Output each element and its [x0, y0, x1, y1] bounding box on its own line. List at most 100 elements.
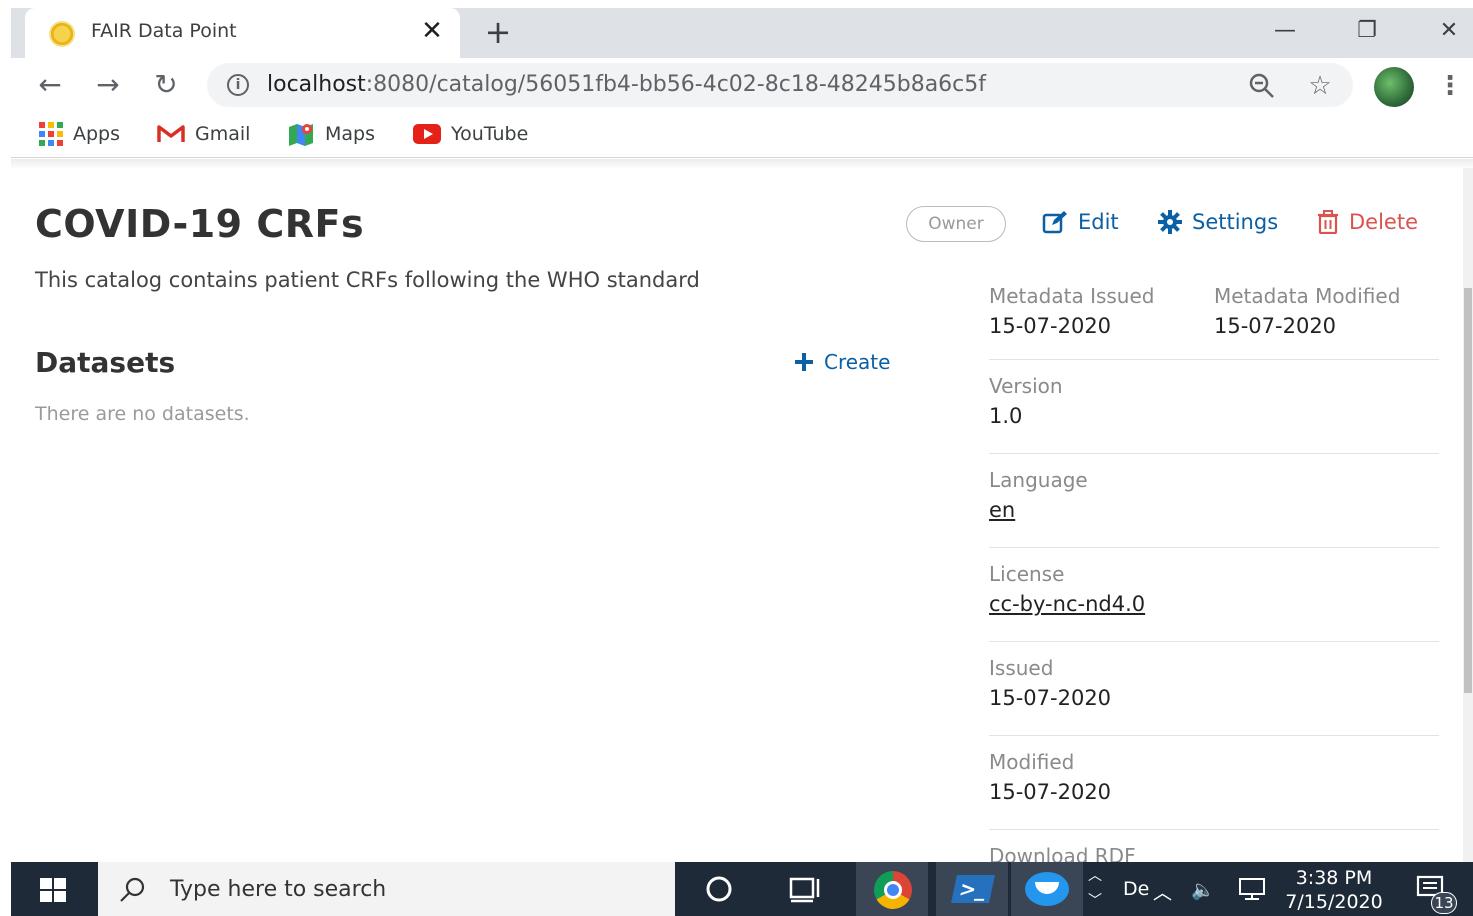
settings-button[interactable]: Settings — [1158, 210, 1278, 234]
owner-badge: Owner — [906, 206, 1006, 242]
bookmark-gmail-label: Gmail — [195, 123, 251, 145]
metadata-modified-value: 15-07-2020 — [1214, 314, 1337, 338]
new-tab-button[interactable]: + — [481, 15, 515, 49]
taskbar-search[interactable]: Type here to search — [98, 862, 675, 916]
docker-taskbar-button[interactable] — [1011, 862, 1083, 916]
license-row: License cc-by-nc-nd4.0 — [989, 548, 1439, 642]
issued-value: 15-07-2020 — [989, 686, 1112, 710]
maps-icon — [287, 121, 315, 147]
metadata-dates-row: Metadata Issued 15-07-2020 Metadata Modi… — [989, 280, 1439, 360]
bookmark-apps[interactable]: Apps — [39, 121, 120, 147]
bookmark-youtube[interactable]: YouTube — [413, 121, 528, 147]
plus-icon — [795, 353, 813, 371]
youtube-icon — [413, 124, 441, 144]
chrome-icon — [874, 871, 912, 909]
scrollbar-thumb[interactable] — [1464, 288, 1472, 693]
version-row: Version 1.0 — [989, 360, 1439, 454]
address-bar[interactable]: i localhost:8080/catalog/56051fb4-bb56-4… — [207, 63, 1353, 107]
delete-label: Delete — [1349, 210, 1418, 234]
no-datasets-message: There are no datasets. — [35, 403, 250, 425]
forward-arrow-icon[interactable]: → — [90, 67, 126, 103]
modified-label: Modified — [989, 750, 1075, 774]
language-link[interactable]: en — [989, 498, 1088, 522]
task-view-icon[interactable] — [775, 862, 835, 916]
catalog-description: This catalog contains patient CRFs follo… — [35, 268, 700, 292]
download-row: Download RDF — [989, 830, 1439, 862]
fair-favicon-icon — [49, 21, 75, 47]
reload-icon[interactable]: ↻ — [148, 67, 184, 103]
bookmark-youtube-label: YouTube — [451, 123, 529, 145]
tab-title: FAIR Data Point — [91, 20, 237, 42]
back-arrow-icon[interactable]: ← — [32, 67, 68, 103]
bookmark-star-icon[interactable]: ☆ — [1305, 71, 1335, 101]
site-info-icon[interactable]: i — [227, 74, 249, 96]
metadata-issued-label: Metadata Issued — [989, 284, 1155, 308]
version-value: 1.0 — [989, 404, 1023, 428]
browser-tab-fair-data-point[interactable]: FAIR Data Point ✕ — [25, 8, 460, 58]
language-label: Language — [989, 468, 1088, 492]
bookmark-maps-label: Maps — [325, 123, 375, 145]
issued-row: Issued 15-07-2020 — [989, 642, 1439, 736]
bookmark-apps-label: Apps — [73, 123, 121, 145]
metadata-issued-value: 15-07-2020 — [989, 314, 1112, 338]
tab-close-icon[interactable]: ✕ — [417, 16, 447, 46]
modified-row: Modified 15-07-2020 — [989, 736, 1439, 830]
gmail-icon — [157, 124, 185, 144]
license-cell: License cc-by-nc-nd4.0 — [989, 562, 1145, 616]
clock-time: 3:38 PM — [1295, 867, 1373, 889]
edit-icon — [1042, 211, 1067, 234]
version-label: Version — [989, 374, 1063, 398]
url-host: localhost — [267, 72, 366, 97]
gear-icon — [1158, 210, 1182, 234]
bookmarks-bar: Apps Gmail Maps YouTube — [11, 112, 1473, 158]
windows-logo-icon — [40, 878, 66, 902]
modified-value: 15-07-2020 — [989, 780, 1112, 804]
taskbar-clock[interactable]: 3:38 PM 7/15/2020 — [1279, 866, 1389, 914]
url-text[interactable]: localhost:8080/catalog/56051fb4-bb56-4c0… — [267, 72, 986, 97]
window-close-icon[interactable]: ✕ — [1429, 14, 1469, 48]
metadata-modified-label: Metadata Modified — [1214, 284, 1401, 308]
license-link[interactable]: cc-by-nc-nd4.0 — [989, 592, 1145, 616]
version-cell: Version 1.0 — [989, 374, 1063, 428]
powershell-taskbar-button[interactable]: >_ — [936, 862, 1008, 916]
volume-icon[interactable]: 🔈 — [1191, 878, 1215, 901]
url-path: :8080/catalog/56051fb4-bb56-4c02-8c18-48… — [365, 72, 987, 97]
powershell-icon: >_ — [951, 875, 995, 903]
browser-toolbar: ← → ↻ i localhost:8080/catalog/56051fb4-… — [11, 58, 1473, 112]
catalog-page: COVID-19 CRFs Owner Edit Settings Delete… — [11, 168, 1463, 862]
clock-date: 7/15/2020 — [1285, 891, 1383, 913]
edit-label: Edit — [1078, 210, 1119, 234]
language-row: Language en — [989, 454, 1439, 548]
metadata-panel: Metadata Issued 15-07-2020 Metadata Modi… — [989, 280, 1439, 862]
page-title: COVID-19 CRFs — [35, 202, 365, 246]
show-hidden-icons-icon[interactable]: ︿ — [1153, 878, 1172, 905]
docker-icon — [1025, 872, 1069, 906]
search-icon — [120, 877, 145, 902]
zoom-icon[interactable] — [1247, 71, 1277, 101]
search-placeholder: Type here to search — [170, 877, 387, 902]
profile-avatar[interactable] — [1374, 67, 1414, 107]
page-scrollbar[interactable] — [1463, 168, 1473, 862]
tab-strip: FAIR Data Point ✕ + — ❐ ✕ — [11, 8, 1473, 58]
minimize-icon[interactable]: — — [1265, 14, 1305, 48]
windows-taskbar: Type here to search >_ ︿ ﹀ De ︿ 🔈 3:38 PM… — [11, 862, 1473, 916]
network-icon[interactable] — [1237, 876, 1267, 907]
download-cell: Download RDF — [989, 844, 1136, 862]
bookmark-maps[interactable]: Maps — [287, 121, 375, 147]
chrome-taskbar-button[interactable] — [856, 862, 928, 916]
input-language-indicator[interactable]: De — [1123, 878, 1149, 900]
trash-icon — [1318, 210, 1338, 234]
create-dataset-button[interactable]: Create — [794, 350, 890, 374]
bookmark-gmail[interactable]: Gmail — [157, 121, 250, 147]
download-rdf-label: Download RDF — [989, 844, 1136, 862]
edit-button[interactable]: Edit — [1042, 210, 1119, 234]
restore-icon[interactable]: ❐ — [1347, 14, 1387, 48]
start-button[interactable] — [11, 862, 97, 916]
delete-button[interactable]: Delete — [1317, 210, 1418, 234]
taskbar-scroll-icon[interactable]: ︿ ﹀ — [1085, 864, 1105, 914]
browser-menu-icon[interactable]: ⋮ — [1437, 68, 1463, 104]
apps-grid-icon — [39, 122, 63, 146]
cortana-icon[interactable] — [689, 862, 749, 916]
license-label: License — [989, 562, 1065, 586]
metadata-issued: Metadata Issued 15-07-2020 — [989, 284, 1154, 338]
